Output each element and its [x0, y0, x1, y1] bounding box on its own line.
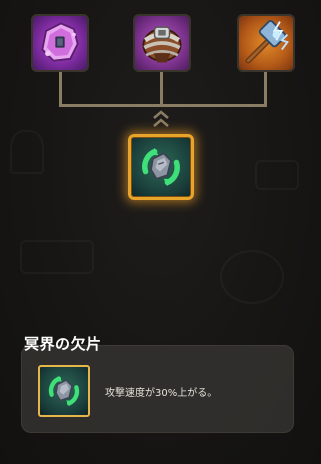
item-info-panel: 攻撃速度が30%上がる。	[21, 345, 294, 433]
underworld-fragment-icon	[48, 375, 80, 407]
lightning-hammer-icon	[245, 20, 289, 64]
connector-line-left-vertical	[59, 72, 62, 106]
purple-gem-fragment-icon	[41, 22, 79, 62]
item-title: 冥界の欠片	[24, 335, 102, 353]
background-silhouette	[20, 240, 94, 274]
component-slot-3[interactable]	[237, 14, 295, 72]
background-silhouette	[220, 250, 284, 304]
background-silhouette	[10, 130, 44, 174]
connector-line-horizontal	[59, 104, 267, 107]
component-slot-1[interactable]	[31, 14, 89, 72]
merge-arrow-icon	[153, 110, 169, 127]
result-item-slot[interactable]	[128, 134, 194, 200]
underworld-fragment-icon	[142, 147, 180, 187]
connector-line-right-vertical	[264, 72, 267, 106]
item-description: 攻撃速度が30%上がる。	[105, 388, 218, 399]
component-slot-2[interactable]	[133, 14, 191, 72]
connector-line-mid-vertical	[160, 72, 163, 106]
leather-bracer-icon	[142, 26, 182, 63]
item-recipe-screen: 攻撃速度が30%上がる。 冥界の欠片	[0, 0, 321, 464]
item-info-icon-frame	[38, 365, 90, 417]
background-silhouette	[255, 160, 299, 190]
